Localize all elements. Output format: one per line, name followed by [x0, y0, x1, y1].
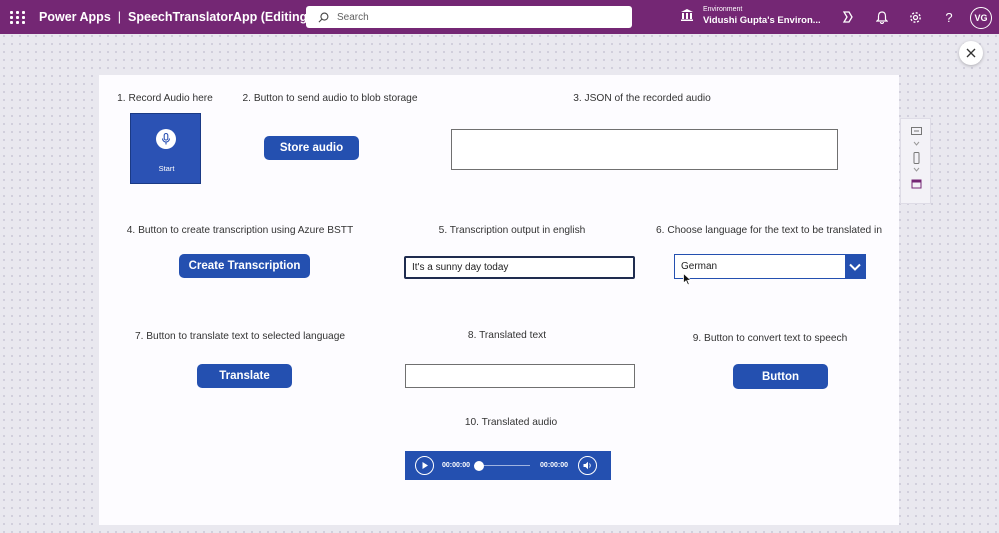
chevron-down-icon[interactable] — [911, 141, 922, 147]
environment-icon — [681, 9, 693, 21]
gear-icon[interactable] — [907, 9, 923, 25]
microphone-start-label: Start — [158, 164, 175, 173]
create-transcription-button[interactable]: Create Transcription — [179, 254, 310, 278]
avatar[interactable]: VG — [970, 7, 992, 29]
chevron-down-icon[interactable] — [911, 167, 922, 173]
translate-label: 7. Button to translate text to selected … — [134, 331, 346, 342]
audio-player[interactable]: 00:00:00 00:00:00 — [405, 451, 611, 480]
json-output-box[interactable] — [451, 129, 838, 170]
microphone-control[interactable]: Start — [130, 113, 201, 184]
monitor-icon[interactable] — [911, 127, 922, 136]
play-icon — [422, 462, 428, 469]
translate-button[interactable]: Translate — [197, 364, 292, 388]
calendar-icon[interactable] — [911, 179, 922, 189]
transcribe-label: 4. Button to create transcription using … — [126, 225, 354, 236]
text-to-speech-button[interactable]: Button — [733, 364, 828, 389]
help-icon[interactable]: ? — [941, 9, 957, 25]
phone-icon[interactable] — [911, 152, 922, 164]
text-to-speech-label: 9. Button to convert text to speech — [692, 333, 848, 344]
audio-seek-thumb[interactable] — [474, 460, 485, 471]
bell-icon[interactable] — [874, 9, 890, 25]
volume-button[interactable] — [578, 456, 598, 475]
close-icon — [966, 48, 976, 58]
app-canvas: 1. Record Audio here Start 2. Button to … — [99, 75, 899, 525]
volume-icon — [583, 461, 591, 470]
translated-text-label: 8. Translated text — [467, 330, 547, 341]
app-title: SpeechTranslatorApp (Editing) — [128, 10, 312, 24]
translated-audio-label: 10. Translated audio — [464, 417, 558, 428]
audio-current-time: 00:00:00 — [442, 462, 471, 469]
mouse-cursor-icon — [683, 273, 692, 286]
store-audio-label: 2. Button to send audio to blob storage — [242, 93, 418, 104]
environment-name: Vidushi Gupta's Environ... — [703, 15, 821, 26]
play-button[interactable] — [415, 456, 434, 475]
audio-seek-bar[interactable] — [474, 460, 531, 471]
chevron-down-icon[interactable] — [845, 255, 865, 278]
close-button[interactable] — [959, 41, 983, 65]
language-dropdown[interactable]: German — [674, 254, 866, 279]
translated-text-field[interactable] — [405, 364, 635, 388]
transcription-output-field[interactable]: It's a sunny day today — [404, 256, 635, 279]
app-header: Power Apps | SpeechTranslatorApp (Editin… — [0, 0, 999, 34]
choose-language-label: 6. Choose language for the text to be tr… — [656, 225, 882, 236]
search-input[interactable]: Search — [306, 6, 632, 28]
json-label: 3. JSON of the recorded audio — [573, 93, 711, 104]
microphone-icon — [156, 129, 176, 149]
store-audio-button[interactable]: Store audio — [264, 136, 359, 160]
search-placeholder: Search — [337, 11, 369, 23]
copilot-icon[interactable] — [840, 9, 856, 25]
transcription-output-label: 5. Transcription output in english — [438, 225, 586, 236]
waffle-icon[interactable] — [10, 11, 26, 24]
app-brand[interactable]: Power Apps — [39, 10, 111, 24]
audio-duration: 00:00:00 — [540, 462, 569, 469]
record-audio-label: 1. Record Audio here — [117, 93, 213, 104]
title-separator: | — [117, 10, 122, 24]
language-selected-value: German — [681, 261, 718, 272]
device-preview-panel — [900, 118, 931, 204]
environment-picker[interactable]: Environment Vidushi Gupta's Environ... — [680, 4, 821, 26]
environment-label: Environment — [703, 6, 743, 13]
search-icon — [318, 12, 329, 22]
